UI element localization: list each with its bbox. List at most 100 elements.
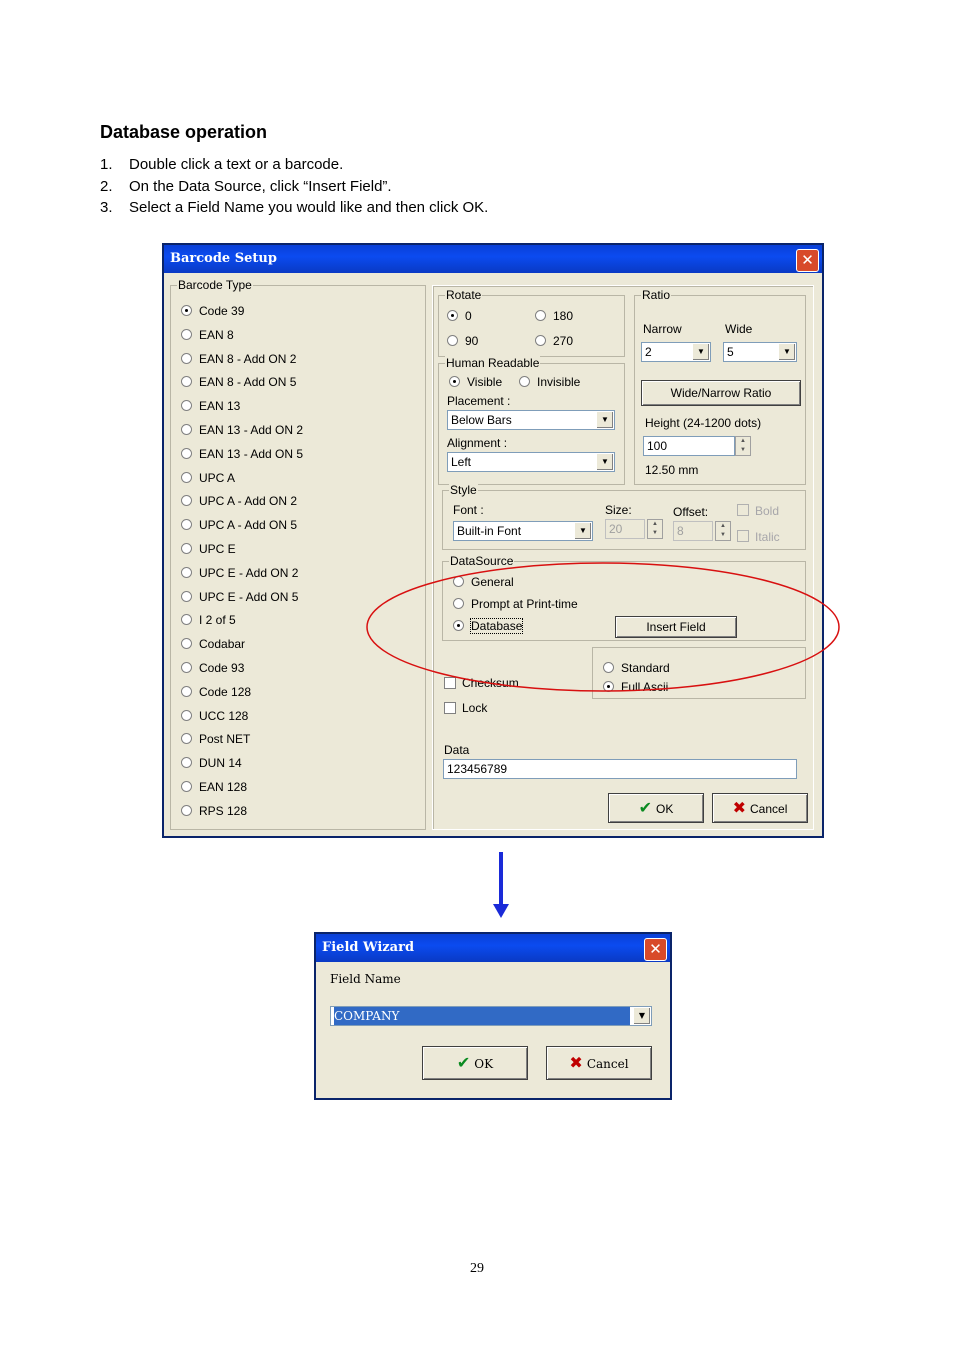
barcode-type-label-item: Code 93 — [199, 661, 245, 675]
check-icon: ✔ — [638, 798, 653, 817]
size-input[interactable]: 20 — [605, 519, 645, 539]
barcode-type-radio[interactable] — [181, 376, 192, 388]
barcode-type-radio[interactable] — [181, 447, 192, 459]
font-select[interactable]: Built-in Font ▼ — [453, 521, 593, 541]
barcode-type-radio[interactable] — [181, 638, 192, 650]
barcode-type-label-item: Code 39 — [199, 304, 245, 318]
barcode-type-label-item: EAN 128 — [199, 780, 248, 794]
wizard-ok-button[interactable]: ✔ OK — [422, 1046, 528, 1080]
barcode-type-radio[interactable] — [181, 424, 192, 435]
rotate-180-radio[interactable] — [535, 310, 546, 321]
close-icon[interactable]: ✕ — [644, 938, 667, 961]
data-input[interactable]: 123456789 — [443, 759, 797, 779]
barcode-type-radio[interactable] — [181, 757, 192, 769]
visible-radio[interactable] — [449, 376, 460, 387]
barcode-type-radio[interactable] — [181, 471, 192, 483]
size-spinner[interactable]: ▲ ▼ — [647, 519, 663, 539]
barcode-type-label-item: RPS 128 — [199, 803, 248, 818]
barcode-type-label-item: UPC A - Add ON 2 — [199, 494, 298, 509]
font-label: Font : — [453, 503, 484, 517]
barcode-type-radio[interactable] — [181, 709, 192, 721]
cancel-button[interactable]: ✖ Cancel — [712, 793, 808, 823]
rotate-270-radio[interactable] — [535, 335, 546, 346]
narrow-label: Narrow — [643, 322, 682, 336]
bold-checkbox[interactable] — [737, 504, 749, 516]
barcode-type-radio[interactable] — [181, 305, 192, 316]
rotate-group: Rotate 0 180 90 270 — [438, 288, 625, 357]
barcode-type-label-item: UPC E — [199, 542, 236, 556]
field-wizard-dialog: Field Wizard ✕ Field Name COMPANY ▼ ✔ OK … — [314, 932, 672, 1100]
barcode-type-label-item: UPC A — [199, 470, 236, 485]
barcode-type-label: Barcode Type — [177, 278, 253, 292]
check-icon: ✔ — [456, 1053, 471, 1072]
size-label: Size: — [605, 503, 632, 517]
barcode-type-radio[interactable] — [181, 781, 192, 792]
human-readable-group: Human Readable Visible Invisible Placeme… — [438, 356, 625, 485]
barcode-type-radio[interactable] — [181, 352, 192, 364]
chevron-down-icon[interactable]: ▼ — [778, 344, 795, 360]
barcode-type-label-item: UPC E - Add ON 2 — [199, 565, 299, 580]
barcode-type-radio[interactable] — [181, 590, 192, 602]
step-1: 1. Double click a text or a barcode. — [100, 156, 344, 173]
data-label: Data — [444, 743, 470, 757]
offset-spinner[interactable]: ▲ ▼ — [715, 521, 731, 541]
barcode-type-radio[interactable] — [181, 685, 192, 697]
barcode-type-label-item: EAN 13 - Add ON 5 — [199, 446, 304, 461]
height-input[interactable]: 100 — [643, 436, 735, 456]
offset-label: Offset: — [673, 505, 709, 519]
barcode-type-radio[interactable] — [181, 400, 192, 412]
visible-label: Visible — [467, 375, 503, 389]
down-arrow-icon — [493, 852, 509, 918]
x-icon: ✖ — [732, 798, 747, 817]
chevron-down-icon[interactable]: ▼ — [596, 454, 613, 470]
lock-label: Lock — [462, 701, 488, 715]
lock-checkbox[interactable] — [444, 702, 456, 714]
ok-button[interactable]: ✔ OK — [608, 793, 704, 823]
placement-select[interactable]: Below Bars ▼ — [447, 410, 615, 430]
chevron-down-icon[interactable]: ▼ — [596, 412, 613, 428]
invisible-radio[interactable] — [519, 376, 530, 387]
barcode-type-radio[interactable] — [181, 614, 192, 626]
italic-label: Italic — [755, 530, 780, 544]
barcode-type-radio[interactable] — [181, 543, 192, 554]
wide-select[interactable]: 5 ▼ — [723, 342, 797, 362]
height-spinner[interactable]: ▲ ▼ — [735, 436, 751, 456]
barcode-type-radio[interactable] — [181, 328, 192, 340]
rotate-0-label: 0 — [465, 309, 472, 323]
barcode-setup-dialog: Barcode Setup ✕ Barcode Type Code 39 EAN … — [162, 243, 824, 838]
step-3: 3. Select a Field Name you would like and… — [100, 199, 489, 216]
height-mm: 12.50 mm — [645, 463, 699, 477]
barcode-type-label-item: EAN 8 - Add ON 5 — [199, 375, 297, 390]
offset-input[interactable]: 8 — [673, 521, 713, 541]
close-icon[interactable]: ✕ — [796, 249, 819, 272]
page-number: 29 — [470, 1261, 484, 1276]
chevron-down-icon[interactable]: ▼ — [574, 523, 591, 539]
barcode-type-radio[interactable] — [181, 804, 192, 816]
barcode-type-label-item: EAN 13 - Add ON 2 — [199, 423, 304, 437]
barcode-type-label-item: EAN 8 - Add ON 2 — [199, 351, 297, 366]
highlight-ellipse — [366, 562, 840, 692]
italic-checkbox[interactable] — [737, 530, 749, 542]
barcode-type-label-item: UCC 128 — [199, 708, 249, 723]
rotate-270-label: 270 — [553, 334, 574, 348]
barcode-type-radio[interactable] — [181, 662, 192, 673]
rotate-90-radio[interactable] — [447, 335, 458, 346]
field-name-select[interactable]: COMPANY ▼ — [330, 1006, 652, 1026]
alignment-select[interactable]: Left ▼ — [447, 452, 615, 472]
barcode-type-label-item: DUN 14 — [199, 756, 242, 771]
barcode-type-radio[interactable] — [181, 733, 192, 745]
rotate-0-radio[interactable] — [447, 310, 458, 321]
barcode-type-label-item: Codabar — [199, 637, 246, 652]
barcode-type-label-item: UPC A - Add ON 5 — [199, 518, 298, 533]
barcode-type-radio[interactable] — [181, 519, 192, 531]
narrow-select[interactable]: 2 ▼ — [641, 342, 711, 362]
barcode-type-label-item: EAN 13 — [199, 399, 241, 414]
chevron-down-icon[interactable]: ▼ — [692, 344, 709, 360]
barcode-type-radio[interactable] — [181, 495, 192, 507]
bold-label: Bold — [755, 504, 780, 518]
barcode-type-radio[interactable] — [181, 566, 192, 578]
x-icon: ✖ — [569, 1053, 583, 1072]
wide-narrow-ratio-button[interactable]: Wide/Narrow Ratio — [641, 380, 801, 406]
chevron-down-icon[interactable]: ▼ — [633, 1008, 650, 1024]
wizard-cancel-button[interactable]: ✖ Cancel — [546, 1046, 652, 1080]
